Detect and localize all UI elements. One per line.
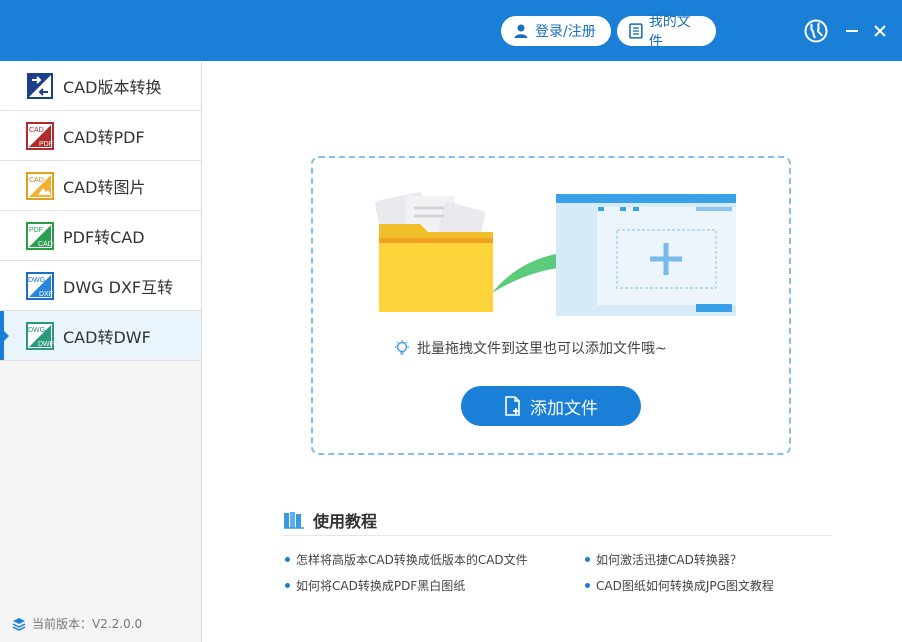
sidebar-item-cad-to-pdf[interactable]: CAD PDF CAD转PDF — [0, 111, 201, 161]
add-file-icon — [505, 396, 520, 416]
login-register-button[interactable]: 登录/注册 — [501, 16, 611, 46]
add-file-button[interactable]: 添加文件 — [461, 386, 641, 426]
title-bar: 登录/注册 我的文件 — [0, 0, 902, 61]
my-files-label: 我的文件 — [648, 14, 691, 50]
svg-text:DXF: DXF — [39, 291, 53, 298]
sidebar-item-label: CAD转PDF — [63, 127, 145, 147]
minimize-icon[interactable] — [839, 18, 865, 44]
login-register-label: 登录/注册 — [535, 24, 596, 40]
dwg-dxf-icon: DWG DXF — [26, 271, 54, 300]
version-convert-icon — [27, 72, 53, 99]
document-icon — [629, 23, 643, 39]
sidebar-item-cad-to-image[interactable]: CAD CAD转图片 — [0, 161, 201, 211]
sidebar-item-label: DWG DXF互转 — [63, 277, 174, 297]
sidebar-item-label: PDF转CAD — [63, 227, 145, 247]
svg-text:CAD: CAD — [29, 127, 44, 134]
drag-illustration — [374, 192, 736, 316]
tutorial-link[interactable]: 如何将CAD转换成PDF黑白图纸 — [285, 577, 465, 594]
sidebar-item-cad-to-dwf[interactable]: DWG DWF CAD转DWF — [0, 311, 201, 361]
tutorial-heading: 使用教程 — [283, 508, 377, 532]
svg-text:PDF: PDF — [29, 227, 43, 234]
cad-to-dwf-icon: DWG DWF — [26, 321, 54, 350]
add-file-label: 添加文件 — [530, 398, 598, 419]
tutorial-link[interactable]: 怎样将高版本CAD转换成低版本的CAD文件 — [285, 551, 528, 568]
books-icon — [284, 512, 304, 529]
app-window-illustration — [556, 194, 736, 316]
close-icon[interactable] — [867, 18, 893, 44]
cad-to-pdf-icon: CAD PDF — [26, 121, 54, 150]
user-icon — [514, 24, 528, 38]
tutorial-divider — [283, 535, 831, 536]
svg-text:DWG: DWG — [28, 327, 45, 334]
version-label: 当前版本：V2.2.0.0 — [32, 617, 143, 631]
folder-icon — [379, 224, 493, 312]
sidebar-item-label: CAD版本转换 — [63, 77, 162, 97]
my-files-button[interactable]: 我的文件 — [617, 14, 716, 50]
tutorial-link[interactable]: 如何激活迅捷CAD转换器？ — [585, 551, 742, 568]
tutorial-title: 使用教程 — [313, 512, 378, 531]
sidebar-item-pdf-to-cad[interactable]: PDF CAD PDF转CAD — [0, 211, 201, 261]
sidebar-item-label: CAD转图片 — [63, 177, 146, 197]
sidebar: CAD版本转换 CAD PDF CAD转PDF CAD CAD转图片 PDF CAD… — [0, 61, 202, 642]
language-globe-icon[interactable] — [803, 18, 829, 44]
sidebar-item-label: CAD转DWF — [63, 327, 151, 347]
sidebar-item-cad-version-convert[interactable]: CAD版本转换 — [0, 61, 201, 111]
tutorial-link[interactable]: CAD图纸如何转换成JPG图文教程 — [585, 577, 774, 594]
svg-text:DWF: DWF — [38, 341, 54, 348]
sidebar-item-dwg-dxf[interactable]: DWG DXF DWG DXF互转 — [0, 261, 201, 311]
layers-icon — [12, 617, 26, 631]
svg-text:DWG: DWG — [28, 277, 45, 284]
svg-text:CAD: CAD — [29, 177, 44, 184]
lightbulb-icon — [395, 340, 409, 355]
svg-text:CAD: CAD — [38, 241, 53, 248]
pdf-to-cad-icon: PDF CAD — [26, 221, 54, 250]
cad-to-image-icon: CAD — [26, 171, 54, 200]
version-info: 当前版本：V2.2.0.0 — [12, 615, 142, 632]
drop-hint: 批量拖拽文件到这里也可以添加文件哦~ — [393, 338, 667, 358]
drop-hint-text: 批量拖拽文件到这里也可以添加文件哦~ — [417, 341, 667, 357]
svg-text:PDF: PDF — [39, 141, 53, 148]
